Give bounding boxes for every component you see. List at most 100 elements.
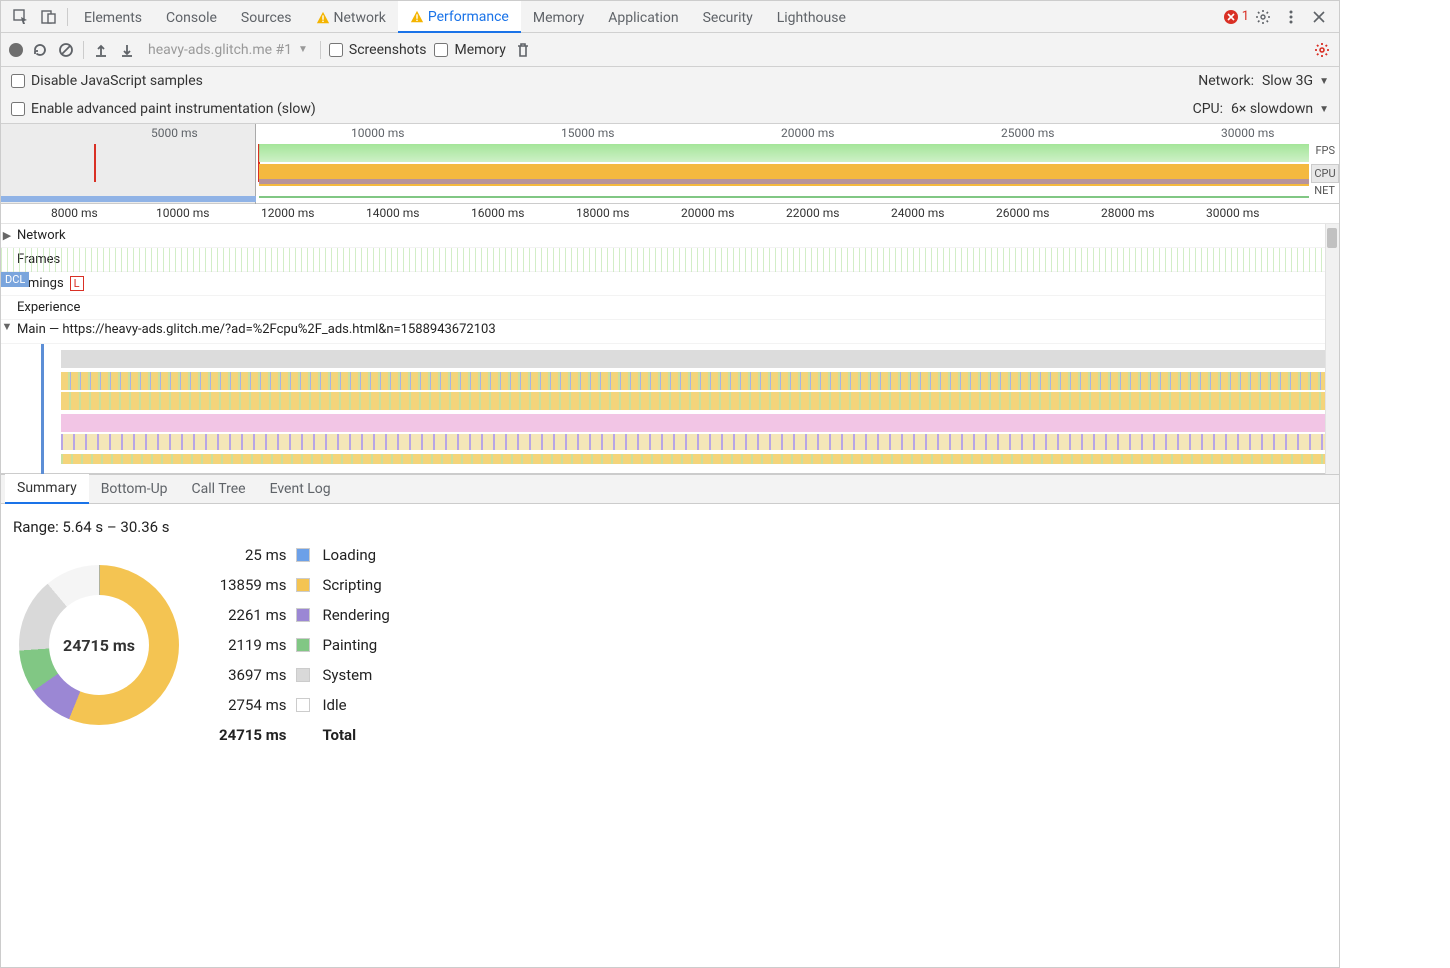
track-experience[interactable]: Experience <box>1 296 1339 320</box>
tab-security[interactable]: Security <box>691 1 765 33</box>
expand-arrow-icon[interactable]: ▶ <box>1 229 13 242</box>
ruler-tick: 20000 ms <box>681 206 734 220</box>
tab-event-log[interactable]: Event Log <box>258 474 343 504</box>
legend-label: Rendering <box>322 606 389 624</box>
tab-network[interactable]: Network <box>304 1 398 33</box>
main-url: https://heavy-ads.glitch.me/?ad=%2Fcpu%2… <box>62 322 495 337</box>
track-frames[interactable]: Frames <box>1 248 1339 272</box>
flame-row-scripting[interactable] <box>61 372 1327 390</box>
scroll-thumb[interactable] <box>1327 228 1337 248</box>
tab-summary[interactable]: Summary <box>5 474 89 504</box>
separator <box>320 41 321 59</box>
devtools-tab-strip: Elements Console Sources Network Perform… <box>1 1 1339 33</box>
range-text: Range: 5.64 s – 30.36 s <box>13 518 1327 536</box>
warning-icon <box>410 10 424 24</box>
overview-marker <box>94 144 96 182</box>
record-button[interactable] <box>9 43 23 57</box>
error-count-badge[interactable]: 1 <box>1224 9 1249 24</box>
track-label: Network <box>13 226 70 245</box>
track-main[interactable]: ▼ Main — https://heavy-ads.glitch.me/?ad… <box>1 320 1339 344</box>
checkbox-label: Screenshots <box>349 42 427 58</box>
tab-console[interactable]: Console <box>154 1 229 33</box>
tab-sources[interactable]: Sources <box>229 1 304 33</box>
performance-toolbar: heavy-ads.glitch.me #1 ▼ Screenshots Mem… <box>1 33 1339 67</box>
target-selector[interactable]: heavy-ads.glitch.me #1 ▼ <box>144 42 312 58</box>
more-menu-icon[interactable] <box>1277 3 1305 31</box>
tab-bottom-up[interactable]: Bottom-Up <box>89 474 180 504</box>
ruler-tick: 28000 ms <box>1101 206 1154 220</box>
ruler-tick: 12000 ms <box>261 206 314 220</box>
disable-js-samples-checkbox[interactable]: Disable JavaScript samples <box>11 73 203 89</box>
legend-label-total: Total <box>322 726 389 744</box>
legend-value-total: 24715 ms <box>219 726 286 744</box>
legend-label: Painting <box>322 636 389 654</box>
flame-row-layout[interactable] <box>61 414 1327 432</box>
flame-row-composite[interactable] <box>61 454 1327 464</box>
enable-paint-instrumentation-checkbox[interactable]: Enable advanced paint instrumentation (s… <box>11 101 316 117</box>
frames-strip <box>1 248 1339 272</box>
chevron-down-icon: ▼ <box>1319 104 1329 115</box>
flame-chart[interactable] <box>1 344 1339 474</box>
memory-checkbox[interactable]: Memory <box>434 42 505 58</box>
cpu-throttle-select[interactable]: 6× slowdown ▼ <box>1231 101 1329 117</box>
flame-row-task[interactable] <box>61 350 1327 368</box>
ruler-tick: 30000 ms <box>1206 206 1259 220</box>
track-timings[interactable]: DCL Timings L <box>1 272 1339 296</box>
ruler-tick: 18000 ms <box>576 206 629 220</box>
legend-value: 25 ms <box>219 546 286 564</box>
overview-label-cpu: CPU <box>1311 164 1339 183</box>
cpu-throttle-label: CPU: <box>1193 101 1223 117</box>
overview-tick: 30000 ms <box>1221 126 1274 140</box>
swatch-system <box>296 668 310 682</box>
checkbox-label: Enable advanced paint instrumentation (s… <box>31 101 316 117</box>
select-value: 6× slowdown <box>1231 101 1313 117</box>
settings-gear-icon[interactable] <box>1249 3 1277 31</box>
overview-label-fps: FPS <box>1311 144 1337 157</box>
donut-total-label: 24715 ms <box>19 565 179 725</box>
save-profile-icon[interactable] <box>118 41 136 59</box>
legend-label: Scripting <box>322 576 389 594</box>
tab-label: Summary <box>17 480 77 496</box>
tab-memory[interactable]: Memory <box>521 1 596 33</box>
overview-label-net: NET <box>1311 184 1337 197</box>
reload-icon[interactable] <box>31 41 49 59</box>
tab-label: Event Log <box>270 481 331 497</box>
tab-application[interactable]: Application <box>596 1 690 33</box>
tab-performance[interactable]: Performance <box>398 1 521 33</box>
overview-selection[interactable] <box>1 124 256 204</box>
screenshots-checkbox[interactable]: Screenshots <box>329 42 427 58</box>
flame-row-paint[interactable] <box>61 434 1327 450</box>
swatch-rendering <box>296 608 310 622</box>
flame-row-scripting[interactable] <box>61 392 1327 410</box>
tab-lighthouse[interactable]: Lighthouse <box>765 1 858 33</box>
device-toolbar-icon[interactable] <box>35 3 63 31</box>
swatch-idle <box>296 698 310 712</box>
tab-call-tree[interactable]: Call Tree <box>180 474 258 504</box>
target-name: heavy-ads.glitch.me #1 <box>148 42 292 58</box>
close-icon[interactable] <box>1305 3 1333 31</box>
legend-value: 2261 ms <box>219 606 286 624</box>
network-throttle-select[interactable]: Slow 3G▼ <box>1262 73 1329 89</box>
capture-settings-gear-icon[interactable] <box>1313 41 1331 59</box>
overview-tick: 25000 ms <box>1001 126 1054 140</box>
tab-elements[interactable]: Elements <box>72 1 154 33</box>
inspect-element-icon[interactable] <box>7 3 35 31</box>
tab-label: Application <box>608 10 678 26</box>
legend-value: 13859 ms <box>219 576 286 594</box>
tab-label: Bottom-Up <box>101 481 168 497</box>
track-label: Experience <box>13 298 84 317</box>
garbage-collect-icon[interactable] <box>514 41 532 59</box>
load-profile-icon[interactable] <box>92 41 110 59</box>
overview-tick: 15000 ms <box>561 126 614 140</box>
timeline-overview[interactable]: 5000 ms 10000 ms 15000 ms 20000 ms 25000… <box>1 124 1339 204</box>
network-throttle-label: Network: <box>1198 73 1254 89</box>
clear-icon[interactable] <box>57 41 75 59</box>
collapse-arrow-icon[interactable]: ▼ <box>1 320 13 333</box>
ruler-tick: 26000 ms <box>996 206 1049 220</box>
track-network[interactable]: ▶ Network <box>1 224 1339 248</box>
vertical-scrollbar[interactable] <box>1325 224 1339 474</box>
legend-label: Idle <box>322 696 389 714</box>
summary-donut-chart: 24715 ms <box>19 565 179 725</box>
tab-label: Network <box>334 10 386 26</box>
timeline-ruler[interactable]: 8000 ms 10000 ms 12000 ms 14000 ms 16000… <box>1 204 1339 224</box>
